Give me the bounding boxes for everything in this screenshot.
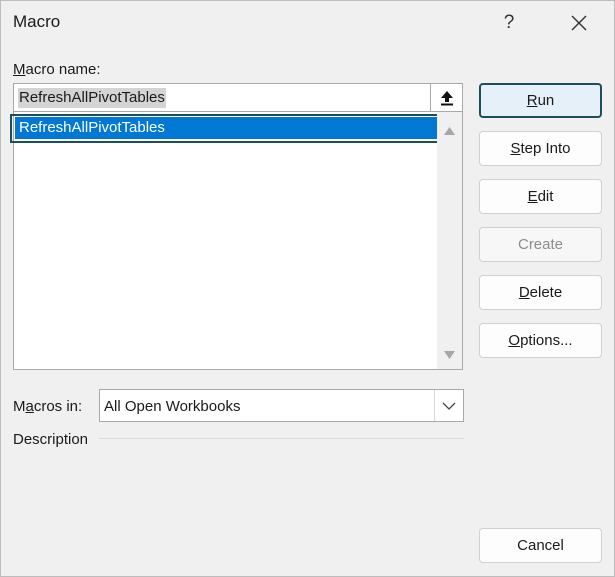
macros-in-label-pre: M <box>13 398 26 415</box>
macro-name-label: Macro name: <box>13 61 101 78</box>
close-button[interactable] <box>556 1 602 45</box>
edit-button-text: dit <box>537 188 554 205</box>
dialog-title: Macro <box>13 12 61 31</box>
macros-in-dropdown-button[interactable] <box>434 390 463 421</box>
step-into-button-accel: S <box>510 140 521 157</box>
delete-button-accel: D <box>518 284 530 301</box>
arrow-up-icon <box>440 90 453 105</box>
help-button[interactable]: ? <box>486 1 532 45</box>
title-bar: Macro ? <box>1 1 614 45</box>
options-button-accel: O <box>508 332 521 349</box>
description-label: Description <box>13 431 89 448</box>
edit-button[interactable]: Edit <box>479 179 602 214</box>
upload-button[interactable] <box>431 83 463 112</box>
macro-list[interactable]: RefreshAllPivotTables <box>13 112 463 370</box>
macros-in-label: Macros in: <box>13 398 82 415</box>
triangle-down-icon[interactable] <box>443 350 456 360</box>
macro-name-value: RefreshAllPivotTables <box>18 88 166 108</box>
list-item[interactable]: RefreshAllPivotTables <box>15 117 437 139</box>
close-icon <box>571 15 587 31</box>
options-button-text: ptions... <box>520 332 573 349</box>
macros-in-value: All Open Workbooks <box>104 398 241 415</box>
question-mark-icon: ? <box>503 12 515 33</box>
step-into-button-text: tep Into <box>520 140 571 157</box>
edit-button-accel: E <box>527 188 538 205</box>
run-button-accel: R <box>526 92 538 109</box>
options-button[interactable]: Options... <box>479 323 602 358</box>
create-button[interactable]: Create <box>479 227 602 262</box>
run-button-text: un <box>537 92 555 109</box>
macros-in-select[interactable]: All Open Workbooks <box>99 389 464 422</box>
cancel-button[interactable]: Cancel <box>479 528 602 563</box>
macros-in-label-text: cros in: <box>33 398 83 415</box>
macro-dialog: Macro ? Macro name: RefreshAllPivotTable… <box>0 0 615 577</box>
triangle-up-icon[interactable] <box>443 126 456 136</box>
step-into-button[interactable]: Step Into <box>479 131 602 166</box>
delete-button[interactable]: Delete <box>479 275 602 310</box>
macro-list-scrollbar[interactable] <box>437 112 462 369</box>
chevron-down-icon <box>442 402 456 410</box>
macro-name-input[interactable]: RefreshAllPivotTables <box>13 83 431 112</box>
run-button[interactable]: Run <box>479 83 602 118</box>
delete-button-text: elete <box>529 284 563 301</box>
description-divider <box>99 438 464 439</box>
macro-name-label-text: acro name: <box>25 61 101 78</box>
macros-in-label-accel: a <box>25 398 34 415</box>
macro-name-label-accel: M <box>13 61 26 78</box>
